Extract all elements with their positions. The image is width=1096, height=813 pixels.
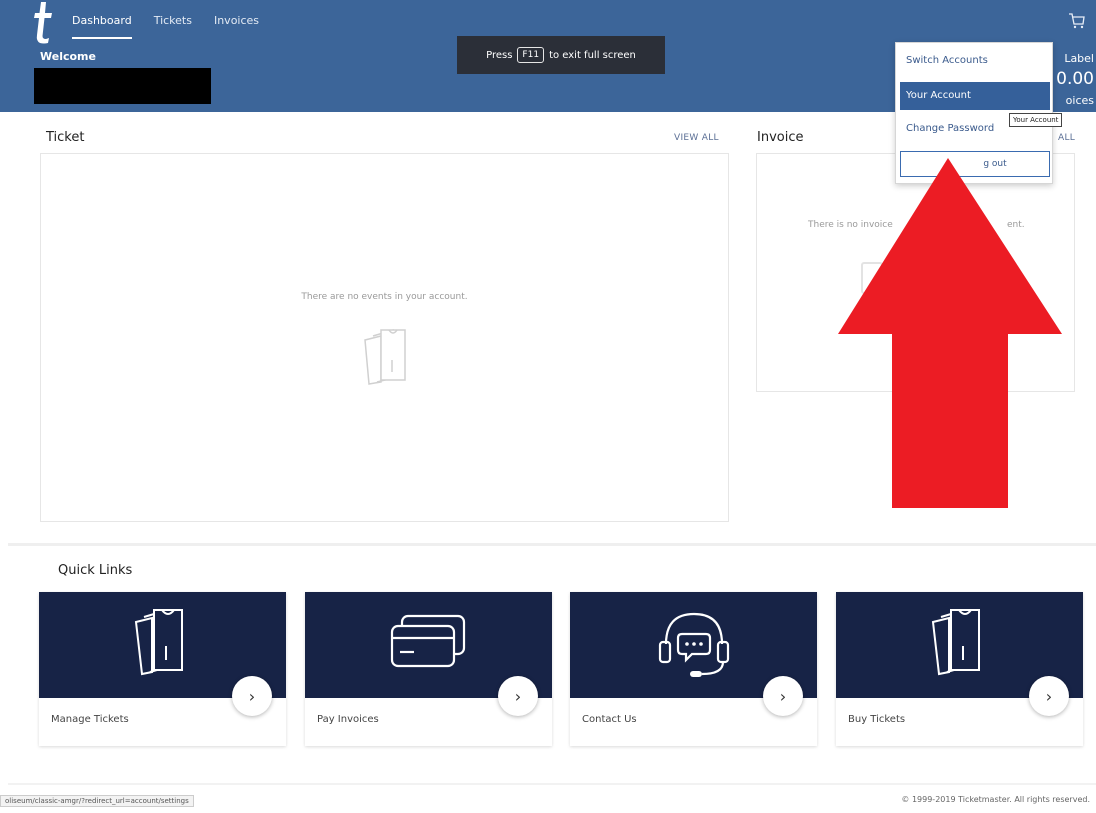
chevron-right-icon[interactable]: ›	[232, 676, 272, 716]
ticket-empty-text: There are no events in your account.	[301, 292, 468, 302]
quick-link-pay-invoices[interactable]: › Pay Invoices	[305, 592, 552, 746]
headset-icon	[658, 612, 729, 677]
quick-link-manage-tickets[interactable]: › Manage Tickets	[39, 592, 286, 746]
header-right-invoices: oices	[1065, 94, 1094, 107]
header-right-amount: 0.00	[1056, 69, 1094, 89]
quick-link-label: Manage Tickets	[51, 714, 129, 725]
your-account-tooltip: Your Account	[1009, 113, 1063, 127]
quick-link-label: Pay Invoices	[317, 714, 379, 725]
fullscreen-toast: Press F11 to exit full screen	[457, 36, 665, 74]
toast-message: to exit full screen	[549, 49, 636, 61]
footer-divider	[8, 783, 1096, 785]
quick-link-label: Buy Tickets	[848, 714, 906, 725]
header-right-label: Label	[1064, 52, 1094, 65]
change-password-item[interactable]: Change Password	[906, 123, 994, 134]
ticket-view-all-link[interactable]: VIEW ALL	[674, 133, 719, 143]
section-divider	[8, 543, 1096, 546]
toast-key: F11	[517, 47, 545, 63]
ticketmaster-logo[interactable]	[32, 0, 54, 44]
copyright-text: © 1999-2019 Ticketmaster. All rights res…	[901, 795, 1090, 804]
ticket-icon	[134, 609, 183, 676]
main-nav: Dashboard Tickets Invoices	[72, 14, 281, 39]
invoice-view-all-link[interactable]: ALL	[1058, 133, 1075, 143]
cart-icon[interactable]	[1068, 12, 1086, 30]
chevron-right-icon[interactable]: ›	[763, 676, 803, 716]
chevron-right-icon[interactable]: ›	[498, 676, 538, 716]
nav-tickets[interactable]: Tickets	[154, 14, 192, 39]
ticket-icon	[364, 328, 406, 385]
ticket-title: Ticket	[46, 130, 85, 145]
welcome-text: Welcome	[40, 50, 96, 63]
ticket-icon	[931, 609, 980, 676]
quick-links-title: Quick Links	[58, 563, 133, 578]
invoice-title: Invoice	[757, 130, 804, 145]
toast-press: Press	[486, 49, 513, 61]
ticket-panel: There are no events in your account.	[40, 153, 729, 522]
credit-card-icon	[390, 614, 465, 668]
chevron-right-icon[interactable]: ›	[1029, 676, 1069, 716]
quick-link-contact-us[interactable]: › Contact Us	[570, 592, 817, 746]
nav-dashboard[interactable]: Dashboard	[72, 14, 132, 39]
quick-link-buy-tickets[interactable]: › Buy Tickets	[836, 592, 1083, 746]
red-arrow-annotation	[838, 158, 1062, 508]
switch-accounts-item[interactable]: Switch Accounts	[906, 55, 988, 66]
redacted-name	[34, 68, 211, 104]
your-account-item[interactable]: Your Account	[900, 82, 1050, 110]
nav-invoices[interactable]: Invoices	[214, 14, 259, 39]
status-bar-url: oliseum/classic-amgr/?redirect_url=accou…	[0, 795, 194, 807]
quick-link-label: Contact Us	[582, 714, 637, 725]
